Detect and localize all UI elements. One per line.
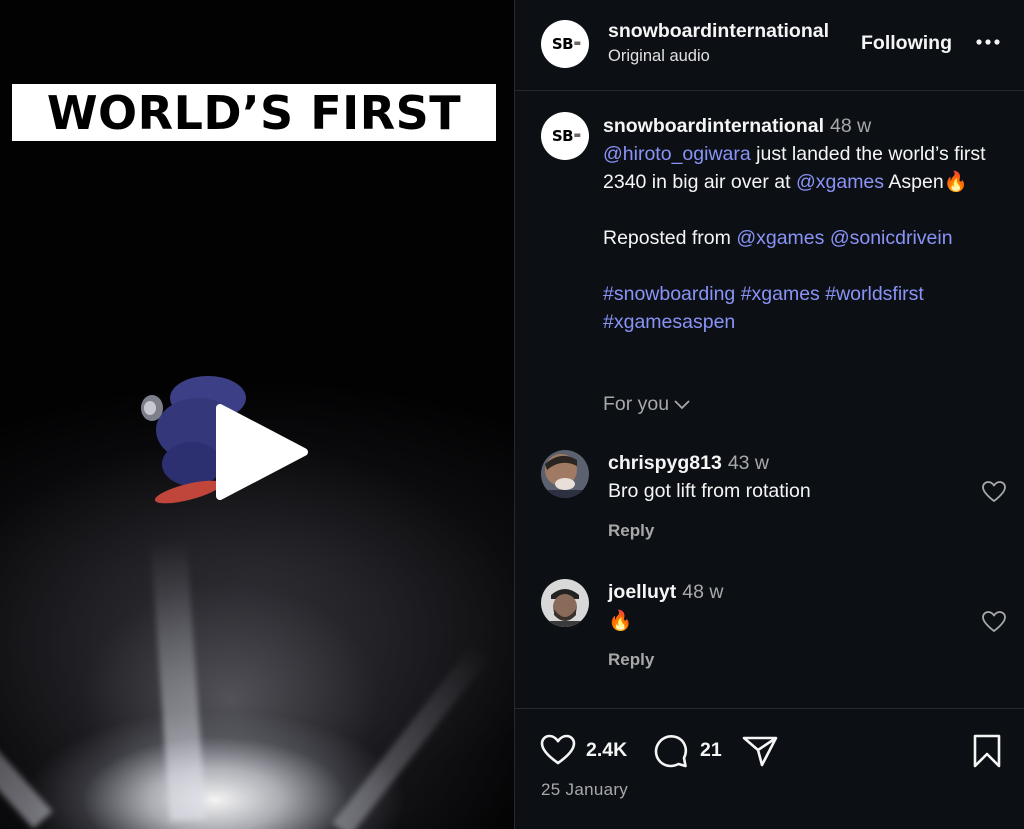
following-button[interactable]: Following: [861, 32, 952, 55]
avatar[interactable]: SB IIIIII: [541, 20, 589, 68]
hashtag-link[interactable]: #worldsfirst: [825, 283, 924, 305]
hashtag-link[interactable]: #xgames: [741, 283, 820, 305]
reply-button[interactable]: Reply: [608, 650, 654, 670]
audio-link[interactable]: Original audio: [608, 47, 710, 66]
author-username[interactable]: snowboardinternational: [608, 20, 829, 43]
caption-text: Aspen🔥: [884, 171, 968, 193]
action-bar: 2.4K 21 25 January: [515, 708, 1024, 829]
post-sidebar: SB IIIIII snowboardinternational Original…: [514, 0, 1024, 829]
commenter-avatar[interactable]: [541, 579, 589, 627]
mention-link[interactable]: @hiroto_ogiwara: [603, 143, 751, 165]
post-caption: snowboardinternational 48 w @hiroto_ogiwa…: [603, 112, 1013, 336]
comment-username-text[interactable]: joelluyt: [608, 581, 676, 603]
avatar-initials: SB: [551, 35, 574, 53]
share-send-icon[interactable]: [741, 734, 779, 768]
play-icon[interactable]: [208, 400, 312, 504]
post-header: SB IIIIII snowboardinternational Original…: [515, 0, 1024, 91]
more-horizontal-icon[interactable]: [975, 30, 1001, 54]
like-heart-icon[interactable]: [539, 733, 577, 767]
hashtag-link[interactable]: #snowboarding: [603, 283, 735, 305]
caption-avatar[interactable]: SB IIIIII: [541, 112, 589, 160]
mention-link[interactable]: @xgames: [736, 227, 824, 249]
comment-time: 43 w: [727, 452, 770, 474]
hashtag-link[interactable]: #xgamesaspen: [603, 311, 735, 333]
like-count[interactable]: 2.4K: [586, 739, 627, 762]
chevron-down-icon: [674, 400, 690, 410]
comment-text: Bro got lift from rotation: [608, 480, 811, 502]
comment-username[interactable]: chrispyg813 43 w: [608, 452, 769, 475]
comment-icon[interactable]: [653, 733, 689, 769]
light-beam: [150, 539, 206, 822]
comment-count[interactable]: 21: [700, 739, 722, 762]
heart-icon[interactable]: [981, 610, 1007, 634]
post-date: 25 January: [541, 780, 629, 799]
comment-username[interactable]: joelluyt 48 w: [608, 581, 723, 604]
video-headline: WORLD’S FIRST: [12, 84, 496, 141]
light-beam: [0, 618, 53, 829]
light-beam: [332, 641, 492, 829]
reposted-text: Reposted from: [603, 227, 737, 249]
comment-text: 🔥: [608, 610, 633, 632]
reply-button[interactable]: Reply: [608, 521, 654, 541]
bookmark-icon[interactable]: [971, 733, 1003, 769]
for-you-link[interactable]: For you: [603, 393, 691, 416]
commenter-avatar[interactable]: [541, 450, 589, 498]
comment-username-text[interactable]: chrispyg813: [608, 452, 722, 474]
for-you-label: For you: [603, 393, 670, 415]
comment-time: 48 w: [682, 581, 724, 603]
caption-username[interactable]: snowboardinternational: [603, 115, 824, 137]
avatar-initials: SB: [551, 127, 574, 145]
mention-link[interactable]: @sonicdrivein: [830, 227, 953, 249]
mention-link[interactable]: @xgames: [796, 171, 884, 193]
caption-time: 48 w: [830, 115, 872, 137]
heart-icon[interactable]: [981, 480, 1007, 504]
video-player[interactable]: WORLD’S FIRST: [0, 0, 514, 829]
